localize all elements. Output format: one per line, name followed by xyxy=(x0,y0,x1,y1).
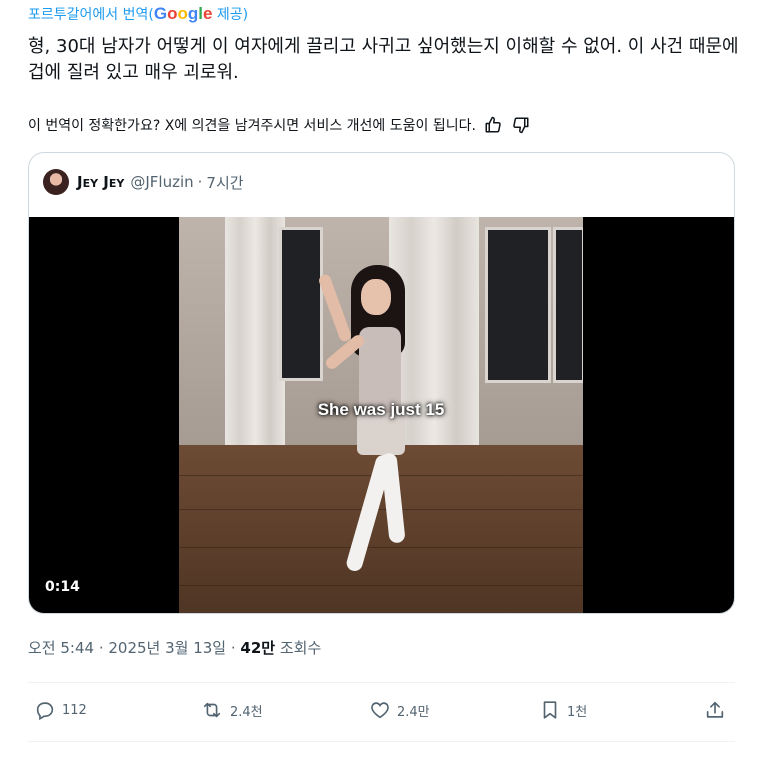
header-separator: · xyxy=(197,173,203,191)
quoted-author-name[interactable]: Jey Jey xyxy=(77,173,124,191)
repost-icon xyxy=(203,702,221,718)
video-caption: She was just 15 xyxy=(317,400,445,419)
view-label: 조회수 xyxy=(275,639,322,657)
repost-count: 2.4천 xyxy=(230,704,263,720)
reply-button[interactable]: 112 xyxy=(34,699,87,721)
quoted-tweet-header: Jey Jey @JFluzin · 7시간 xyxy=(43,167,244,197)
bookmark-button[interactable]: 1천 xyxy=(539,699,587,721)
view-count: 42만 xyxy=(240,639,276,657)
video-duration: 0:14 xyxy=(45,579,80,595)
share-icon xyxy=(706,701,724,718)
translated-from-label: 포르투갈어에서 번역( xyxy=(28,7,154,23)
repost-button[interactable]: 2.4천 xyxy=(200,699,263,721)
translation-provided-label: 제공) xyxy=(212,7,249,23)
tweet-actions: 112 2.4천 2.4만 1천 xyxy=(28,699,735,727)
tweet-text: 형, 30대 남자가 어떻게 이 여자에게 끌리고 사귀고 싶어했는지 이해할 … xyxy=(28,36,739,83)
bookmark-icon xyxy=(543,701,557,719)
thumbs-up-icon[interactable] xyxy=(482,114,504,136)
feedback-question: 이 번역이 정확한가요? X에 의견을 남겨주시면 서비스 개선에 도움이 됩니… xyxy=(28,118,476,134)
google-logo: Google xyxy=(153,4,213,23)
like-count: 2.4만 xyxy=(397,704,430,720)
tweet-meta: 오전 5:44 · 2025년 3월 13일 · 42만 조회수 xyxy=(28,637,321,658)
reply-icon xyxy=(36,702,54,721)
translation-attribution[interactable]: 포르투갈어에서 번역(Google 제공) xyxy=(28,4,248,24)
video-frame: She was just 15 xyxy=(179,217,583,613)
bookmark-count: 1천 xyxy=(567,704,588,720)
share-button[interactable] xyxy=(704,699,732,721)
video-player[interactable]: She was just 15 0:14 xyxy=(29,217,734,613)
quoted-tweet[interactable]: Jey Jey @JFluzin · 7시간 She was just 15 0… xyxy=(28,152,735,614)
heart-icon xyxy=(371,702,389,719)
divider-top xyxy=(28,682,735,683)
like-button[interactable]: 2.4만 xyxy=(369,699,430,721)
divider-bottom xyxy=(28,741,735,742)
quoted-tweet-time[interactable]: 7시간 xyxy=(206,172,243,193)
quoted-author-handle[interactable]: @JFluzin xyxy=(130,173,193,191)
tweet-timestamp[interactable]: 오전 5:44 · 2025년 3월 13일 · xyxy=(28,639,240,657)
translation-feedback: 이 번역이 정확한가요? X에 의견을 남겨주시면 서비스 개선에 도움이 됩니… xyxy=(28,114,743,136)
thumbs-down-icon[interactable] xyxy=(510,114,532,136)
reply-count: 112 xyxy=(62,702,87,718)
avatar[interactable] xyxy=(43,169,69,195)
